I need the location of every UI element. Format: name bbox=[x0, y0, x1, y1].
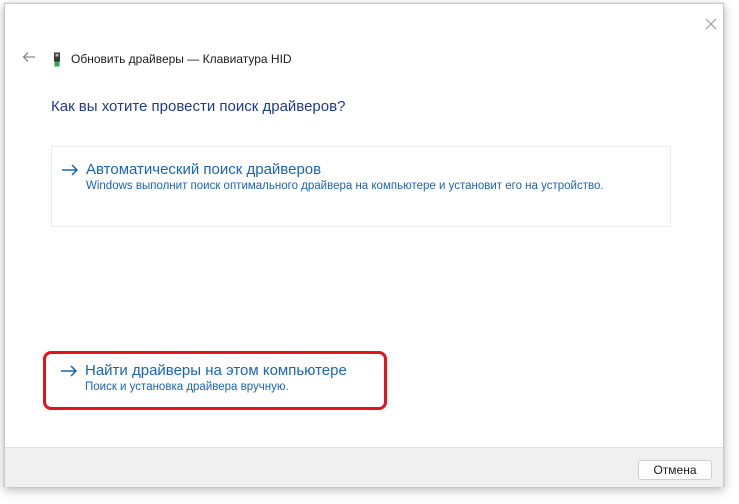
auto-search-title: Автоматический поиск драйверов bbox=[86, 161, 322, 178]
dialog-title: Обновить драйверы — Клавиатура HID bbox=[71, 52, 292, 66]
highlight-frame bbox=[43, 351, 387, 410]
search-question-heading: Как вы хотите провести поиск драйверов? bbox=[51, 98, 346, 115]
back-button[interactable] bbox=[17, 48, 41, 70]
keyboard-device-icon bbox=[53, 51, 63, 67]
close-button[interactable] bbox=[699, 14, 723, 38]
cancel-button[interactable]: Отмена bbox=[638, 460, 712, 480]
close-icon bbox=[705, 17, 717, 35]
dialog-footer: Отмена bbox=[5, 447, 723, 487]
dialog-header: Обновить драйверы — Клавиатура HID bbox=[17, 48, 292, 70]
arrow-right-icon bbox=[61, 163, 79, 177]
auto-search-description: Windows выполнит поиск оптимального драй… bbox=[86, 180, 604, 192]
back-arrow-icon bbox=[22, 50, 36, 68]
auto-search-option[interactable]: Автоматический поиск драйверов Windows в… bbox=[51, 146, 671, 227]
update-drivers-dialog: Обновить драйверы — Клавиатура HID Как в… bbox=[4, 3, 724, 487]
